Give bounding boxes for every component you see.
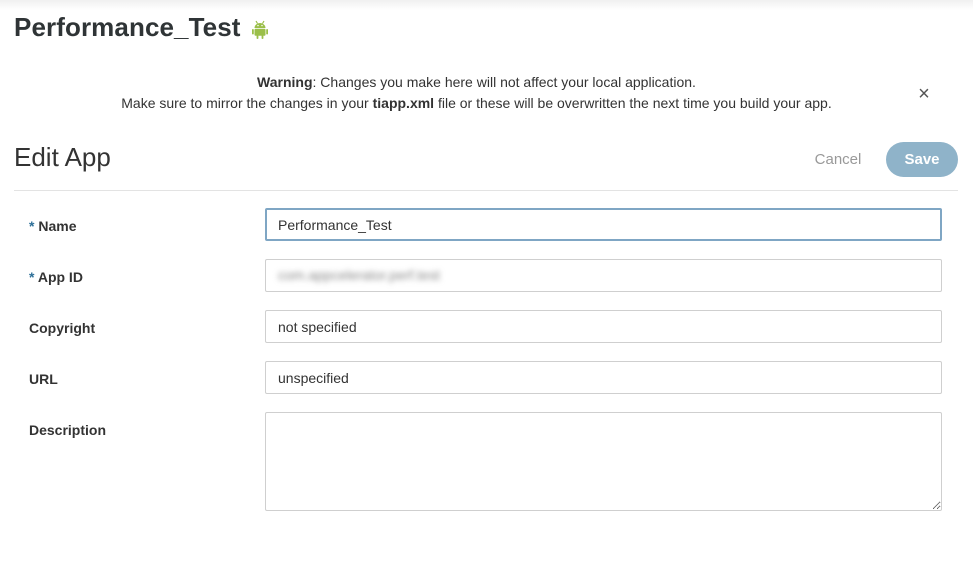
warning-label: Warning [257,74,313,90]
divider [14,190,958,191]
copyright-input[interactable] [265,310,942,343]
url-input[interactable] [265,361,942,394]
android-icon [252,20,268,39]
url-label: URL [29,371,58,387]
tiapp-filename: tiapp.xml [372,95,435,111]
warning-line-1: Warning: Changes you make here will not … [0,72,953,93]
cancel-button[interactable]: Cancel [808,150,868,170]
name-label-text: Name [38,218,77,234]
app-id-value: com.appcelerator.perf.test [278,267,440,283]
app-id-input[interactable]: com.appcelerator.perf.test [265,259,942,292]
name-input[interactable] [265,208,942,241]
description-textarea[interactable] [265,412,942,511]
app-id-label-text: App ID [37,269,83,285]
warning-text: : Changes you make here will not affect … [312,74,696,90]
description-label: Description [29,422,107,438]
save-button[interactable]: Save [886,142,958,177]
copyright-label: Copyright [29,320,96,336]
warning-banner: Warning: Changes you make here will not … [0,72,953,114]
top-shadow [0,0,973,10]
app-title: Performance_Test [14,12,241,42]
app-id-label: * App ID [29,269,83,285]
warning-line-2: Make sure to mirror the changes in your … [0,93,953,114]
name-label: * Name [29,218,76,234]
edit-app-heading: Edit App [14,142,111,172]
required-marker: * [29,269,35,285]
warning-text-before: Make sure to mirror the changes in your [121,95,373,111]
required-marker: * [29,218,35,234]
close-icon[interactable]: × [915,84,933,104]
warning-text-after: file or these will be overwritten the ne… [434,95,832,111]
